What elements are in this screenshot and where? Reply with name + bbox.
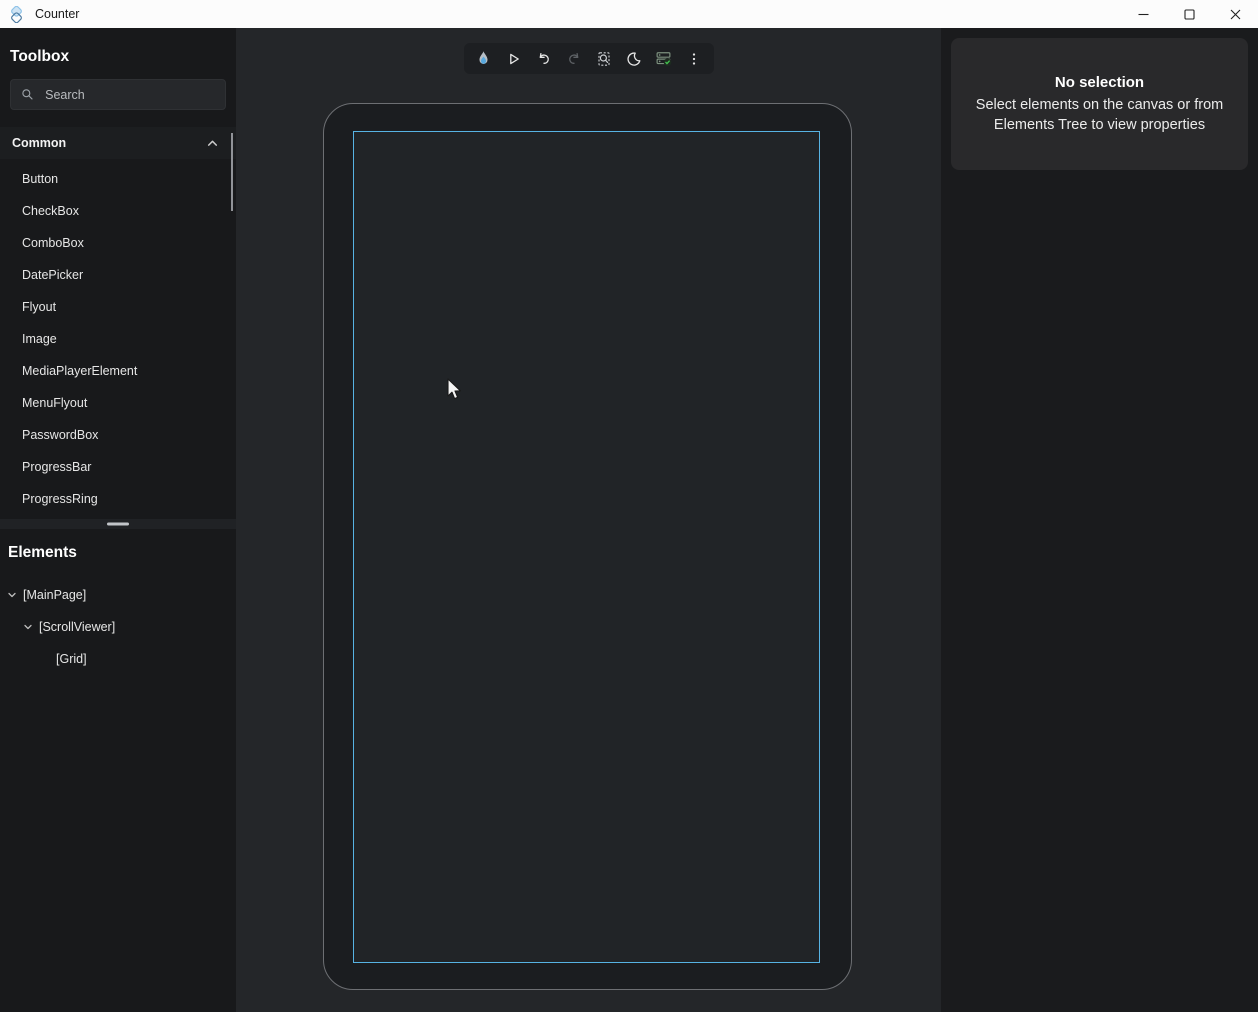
section-label: Common (12, 136, 66, 150)
elements-tree: [MainPage] [ScrollViewer] [Grid] (0, 579, 236, 675)
toolbox-item-mediaplayerelement[interactable]: MediaPlayerElement (0, 355, 236, 387)
minimize-button[interactable] (1120, 0, 1166, 28)
hot-reload-flame-icon (475, 50, 492, 67)
tree-node-label: [MainPage] (23, 588, 86, 602)
more-menu-button[interactable] (679, 45, 709, 72)
toolbox-item-flyout[interactable]: Flyout (0, 291, 236, 323)
left-sidebar: Toolbox Common Button CheckBox ComboBox … (0, 28, 236, 1012)
no-selection-card: No selection Select elements on the canv… (951, 38, 1248, 170)
toolbox-item-button[interactable]: Button (0, 163, 236, 195)
more-menu-icon (686, 51, 702, 67)
titlebar: Counter (0, 0, 1258, 28)
undo-icon (536, 51, 552, 67)
connected-status-button[interactable] (649, 45, 679, 72)
toolbox-scrollbar-thumb[interactable] (231, 133, 233, 211)
maximize-icon (1184, 9, 1195, 20)
no-selection-message-line1: Select elements on the canvas or from (976, 95, 1223, 115)
toolbox-title: Toolbox (10, 48, 236, 66)
close-icon (1230, 9, 1241, 20)
tree-node-grid[interactable]: [Grid] (0, 643, 236, 675)
tree-node-mainpage[interactable]: [MainPage] (0, 579, 236, 611)
properties-panel: No selection Select elements on the canv… (941, 28, 1258, 1012)
chevron-down-icon[interactable] (22, 621, 34, 633)
connected-check-icon (655, 50, 672, 67)
chevron-down-icon[interactable] (6, 589, 18, 601)
undo-button[interactable] (529, 45, 559, 72)
maximize-button[interactable] (1166, 0, 1212, 28)
hot-reload-button[interactable] (469, 45, 499, 72)
close-button[interactable] (1212, 0, 1258, 28)
panel-splitter[interactable] (0, 519, 236, 529)
toolbox-item-progressring[interactable]: ProgressRing (0, 483, 236, 515)
no-selection-message-line2: Elements Tree to view properties (994, 115, 1205, 135)
toolbox-item-image[interactable]: Image (0, 323, 236, 355)
toolbox-list: Button CheckBox ComboBox DatePicker Flyo… (0, 163, 236, 515)
splitter-handle-icon (107, 523, 129, 526)
play-icon (506, 51, 522, 67)
toolbox-item-datepicker[interactable]: DatePicker (0, 259, 236, 291)
play-button[interactable] (499, 45, 529, 72)
app-logo-icon (8, 6, 25, 23)
toolbox-item-checkbox[interactable]: CheckBox (0, 195, 236, 227)
zoom-selection-icon (596, 51, 612, 67)
search-input[interactable] (45, 88, 215, 102)
window-title: Counter (35, 7, 79, 21)
design-canvas[interactable] (236, 28, 941, 1012)
toolbox-search[interactable] (10, 79, 226, 110)
toolbox-item-progressbar[interactable]: ProgressBar (0, 451, 236, 483)
canvas-toolbar (464, 43, 714, 74)
tree-node-scrollviewer[interactable]: [ScrollViewer] (0, 611, 236, 643)
tree-node-label: [ScrollViewer] (39, 620, 115, 634)
minimize-icon (1138, 9, 1149, 20)
chevron-up-icon (206, 137, 219, 150)
zoom-selection-button[interactable] (589, 45, 619, 72)
redo-icon (566, 51, 582, 67)
theme-toggle-button[interactable] (619, 45, 649, 72)
toolbox-item-menuflyout[interactable]: MenuFlyout (0, 387, 236, 419)
elements-title: Elements (8, 544, 236, 562)
tree-node-label: [Grid] (56, 652, 87, 666)
redo-button[interactable] (559, 45, 589, 72)
toolbox-item-passwordbox[interactable]: PasswordBox (0, 419, 236, 451)
page-root-selection[interactable] (353, 131, 820, 963)
no-selection-title: No selection (1055, 74, 1144, 91)
toolbox-item-combobox[interactable]: ComboBox (0, 227, 236, 259)
search-icon (21, 87, 34, 102)
theme-moon-icon (626, 51, 642, 67)
toolbox-section-common[interactable]: Common (0, 127, 236, 159)
